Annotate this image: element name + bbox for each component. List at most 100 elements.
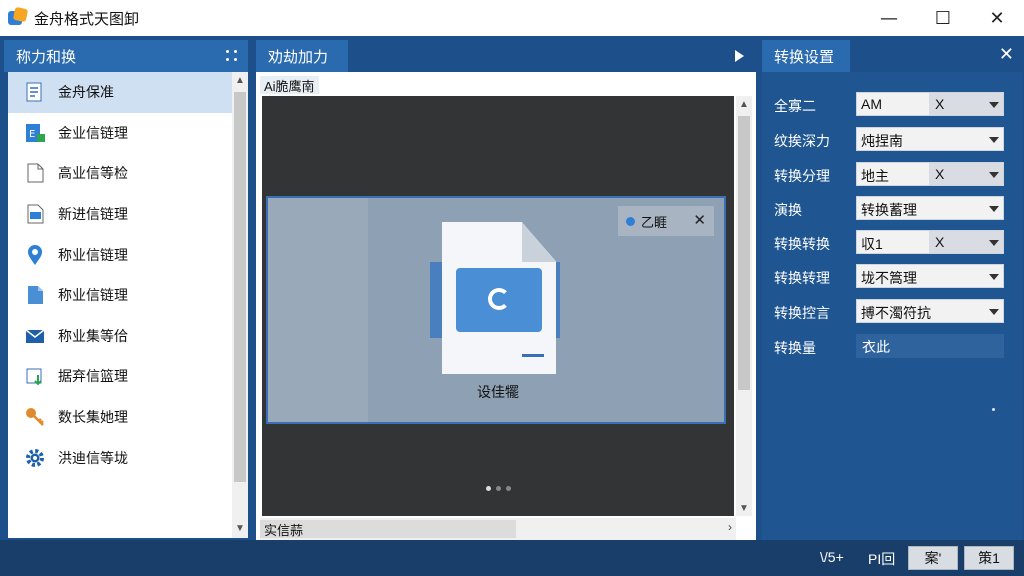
tool-item-label: 高业信等检 xyxy=(58,165,128,182)
tab-convert-settings[interactable]: 转换设置 xyxy=(762,40,850,72)
setting-select[interactable]: 収1 X xyxy=(856,230,1004,254)
preview-viewer: 乙睚 ✕ 设佳犤 xyxy=(262,96,734,516)
tab-preview[interactable]: 劝劫加力 xyxy=(256,40,348,72)
setting-label: 转换转换 xyxy=(774,236,830,252)
slides-icon xyxy=(24,203,46,225)
setting-readonly-value: 衣此 xyxy=(856,334,1004,358)
tool-item-download[interactable]: 据弃信篮理 xyxy=(8,356,232,397)
minimize-button[interactable]: — xyxy=(862,0,916,36)
file-caption: 设佳犤 xyxy=(477,384,519,400)
tool-item-slides[interactable]: 新进信链理 xyxy=(8,194,232,235)
window-title: 金舟格式天图卸 xyxy=(34,10,140,28)
app-logo-icon xyxy=(8,6,29,28)
setting-label: 转换分理 xyxy=(774,168,830,184)
tool-item-mail[interactable]: 称业集等佮 xyxy=(8,316,232,357)
setting-select[interactable]: 垅不篙理 xyxy=(856,264,1004,288)
scroll-up-icon[interactable]: ▲ xyxy=(736,96,752,112)
setting-label: 转换量 xyxy=(774,340,816,356)
page-indicator-text: \/5+ xyxy=(820,549,844,565)
format-icon xyxy=(24,81,46,103)
setting-row: 转换量 衣此 xyxy=(762,334,1022,360)
tool-item-location[interactable]: 称业信链理 xyxy=(8,234,232,275)
chip-close-icon[interactable]: ✕ xyxy=(693,211,706,229)
preview-label: Ai脆鹰南 xyxy=(260,76,319,94)
preview-vertical-scrollbar[interactable]: ▲ ▼ xyxy=(736,96,752,516)
center-panel-header: 劝劫加力 xyxy=(256,40,756,72)
tool-item-file[interactable]: 称业信链理 xyxy=(8,275,232,316)
left-scrollbar[interactable]: ▲ ▼ xyxy=(232,72,248,538)
preview-horizontal-scrollbar[interactable]: 实信蒜 › xyxy=(260,518,736,540)
setting-row: 转换控言 搏不濁符抗 xyxy=(762,299,1022,325)
setting-label: 演换 xyxy=(774,202,802,218)
setting-row: 转换转理 垅不篙理 xyxy=(762,264,1022,290)
tool-item-key[interactable]: 数长集她理 xyxy=(8,397,232,438)
download-icon xyxy=(24,365,46,387)
chevron-down-icon xyxy=(989,172,999,178)
setting-label: 转换转理 xyxy=(774,270,830,286)
location-pin-icon xyxy=(24,244,46,266)
setting-row: 全寡二 AM X xyxy=(762,92,1022,118)
key-icon xyxy=(24,406,46,428)
chevron-down-icon xyxy=(989,309,999,315)
title-bar: 金舟格式天图卸 — ☐ ✕ xyxy=(0,0,1024,36)
setting-select[interactable]: 搏不濁符抗 xyxy=(856,299,1004,323)
setting-row: 转换转换 収1 X xyxy=(762,230,1022,256)
tool-item-label: 金业信链理 xyxy=(58,124,128,141)
file-icon xyxy=(24,284,46,306)
center-panel-body: Ai脆鹰南 乙睚 ✕ 设佳犤 ▲ ▼ 实信蒜 › xyxy=(256,72,756,544)
tool-item-label: 数长集她理 xyxy=(58,409,128,426)
setting-row: 演换 转换蓄理 xyxy=(762,196,1022,222)
setting-label: 纹挨深力 xyxy=(774,133,830,149)
close-button[interactable]: ✕ xyxy=(970,0,1024,36)
chevron-down-icon xyxy=(989,102,999,108)
maximize-button[interactable]: ☐ xyxy=(916,0,970,36)
svg-text:E: E xyxy=(29,129,35,140)
gear-icon xyxy=(24,447,46,469)
play-icon[interactable] xyxy=(735,50,744,62)
scroll-up-icon[interactable]: ▲ xyxy=(232,72,248,88)
status-button-2[interactable]: 策1 xyxy=(964,546,1014,570)
status-chip-label: 乙睚 xyxy=(641,214,668,230)
grid-dots-icon[interactable] xyxy=(226,50,238,62)
tool-item-label: 称业集等佮 xyxy=(58,327,128,344)
status-button-1[interactable]: 案' xyxy=(908,546,958,570)
left-panel: 称力和换 金舟保准 E 金业信链理 高业信等检 新进信链理 称业信链理 称业信链… xyxy=(4,40,248,544)
tool-item-label: 称业信链理 xyxy=(58,246,128,263)
tool-item-excel[interactable]: E 金业信链理 xyxy=(8,113,232,154)
setting-label: 全寡二 xyxy=(774,98,816,114)
tool-item-label: 洪迪信等垅 xyxy=(58,449,128,466)
left-panel-title: 称力和换 xyxy=(16,48,77,66)
setting-select[interactable]: 转换蓄理 xyxy=(856,196,1004,220)
setting-label: 转换控言 xyxy=(774,305,830,321)
right-panel-header: 转换设置 ✕ xyxy=(760,40,1024,72)
setting-row: 转换分理 地主 X xyxy=(762,162,1022,188)
mail-icon xyxy=(24,325,46,347)
scroll-down-icon[interactable]: ▼ xyxy=(232,520,248,536)
scroll-right-icon[interactable]: › xyxy=(728,520,732,534)
tool-list: 金舟保准 E 金业信链理 高业信等检 新进信链理 称业信链理 称业信链理 称业集… xyxy=(8,72,232,538)
settings-body: 全寡二 AM X 纹挨深力 炖捏南 转换分理 地主 X 演换 转换蓄理 转换转换… xyxy=(762,72,1022,540)
tool-item-label: 新进信链理 xyxy=(58,206,128,223)
tool-item-settings[interactable]: 洪迪信等垅 xyxy=(8,437,232,478)
page-indicator[interactable] xyxy=(486,486,511,491)
file-preview-icon xyxy=(430,222,560,374)
tool-item-label: 称业信链理 xyxy=(58,287,128,304)
setting-select[interactable]: 地主 X xyxy=(856,162,1004,186)
panel-close-icon[interactable]: ✕ xyxy=(999,44,1014,65)
chevron-down-icon xyxy=(989,137,999,143)
scrollbar-thumb[interactable] xyxy=(738,116,750,390)
mode-indicator[interactable]: PI回 xyxy=(868,549,895,569)
setting-select[interactable]: 炖捏南 xyxy=(856,127,1004,151)
scroll-down-icon[interactable]: ▼ xyxy=(736,500,752,516)
document-icon xyxy=(24,162,46,184)
tool-item-label: 金舟保准 xyxy=(58,84,114,101)
setting-select[interactable]: AM X xyxy=(856,92,1004,116)
center-panel: 劝劫加力 Ai脆鹰南 乙睚 ✕ 设佳犤 ▲ ▼ 实信蒜 › xyxy=(256,40,756,544)
excel-icon: E xyxy=(24,122,46,144)
tool-item-document[interactable]: 高业信等检 xyxy=(8,153,232,194)
scrollbar-thumb[interactable] xyxy=(234,92,246,482)
bottom-label: 实信蒜 xyxy=(264,523,304,538)
tool-item-format[interactable]: 金舟保准 xyxy=(8,72,232,113)
tool-item-label: 据弃信篮理 xyxy=(58,368,128,385)
right-panel: 转换设置 ✕ 全寡二 AM X 纹挨深力 炖捏南 转换分理 地主 X 演换 转换… xyxy=(760,40,1024,544)
